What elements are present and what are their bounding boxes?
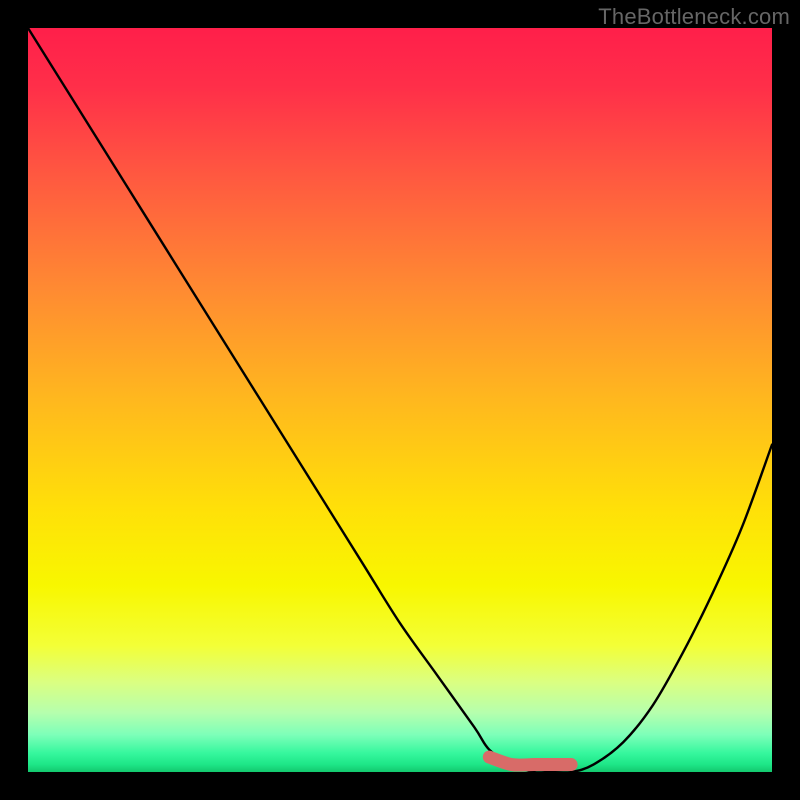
highlight-segment — [489, 757, 571, 765]
watermark-text: TheBottleneck.com — [598, 4, 790, 30]
bottleneck-curve — [28, 28, 772, 773]
chart-frame: TheBottleneck.com — [0, 0, 800, 800]
curve-svg — [28, 28, 772, 772]
plot-area — [28, 28, 772, 772]
